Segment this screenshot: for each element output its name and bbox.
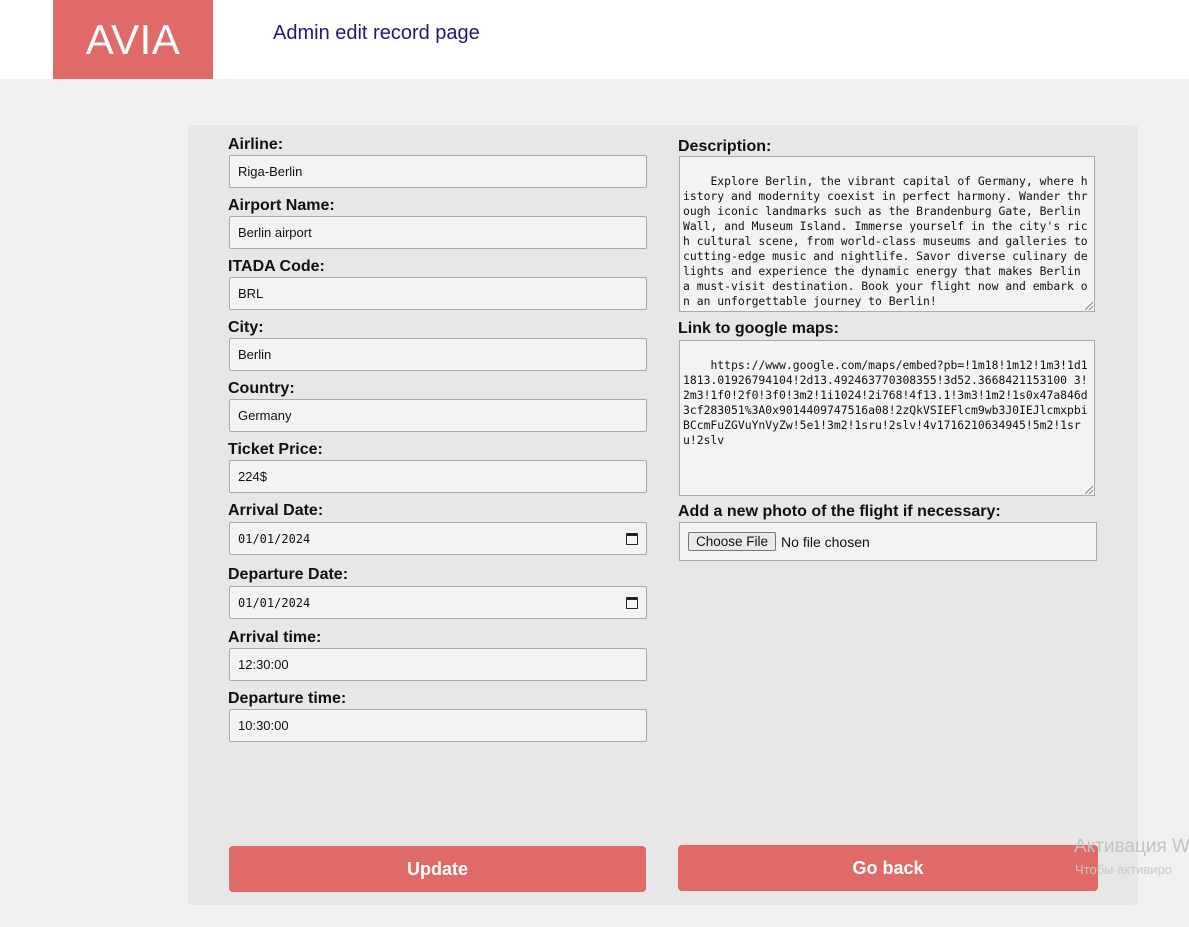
- arrival-date-value: 01/01/2024: [238, 531, 311, 546]
- arrival-date-label: Arrival Date:: [228, 502, 324, 519]
- arrival-time-label: Arrival time:: [228, 629, 322, 646]
- country-input[interactable]: Germany: [229, 399, 647, 432]
- airport-name-input[interactable]: Berlin airport: [229, 216, 647, 249]
- activation-watermark-sub: Чтобы активиро: [1075, 862, 1173, 877]
- go-back-button[interactable]: Go back: [678, 845, 1098, 891]
- edit-form: Airline: Riga-Berlin Airport Name: Berli…: [188, 125, 1138, 905]
- city-input[interactable]: Berlin: [229, 338, 647, 371]
- photo-file-input[interactable]: Choose File No file chosen: [679, 522, 1097, 561]
- description-text: Explore Berlin, the vibrant capital of G…: [683, 174, 1095, 308]
- calendar-icon[interactable]: [626, 532, 638, 545]
- arrival-date-input[interactable]: 01/01/2024: [229, 522, 647, 555]
- itada-code-label: ITADA Code:: [228, 258, 325, 275]
- update-button[interactable]: Update: [229, 846, 646, 892]
- file-status: No file chosen: [781, 533, 870, 550]
- ticket-price-label: Ticket Price:: [228, 441, 323, 458]
- top-header: AVIA Admin edit record page: [0, 0, 1189, 79]
- airport-name-label: Airport Name:: [228, 197, 335, 214]
- page-title: Admin edit record page: [273, 22, 480, 44]
- departure-date-value: 01/01/2024: [238, 595, 311, 610]
- airline-label: Airline:: [228, 136, 284, 153]
- ticket-price-input[interactable]: 224$: [229, 460, 647, 493]
- logo[interactable]: AVIA: [53, 0, 213, 79]
- calendar-icon[interactable]: [626, 596, 638, 609]
- description-label: Description:: [678, 138, 772, 155]
- choose-file-button[interactable]: Choose File: [688, 532, 777, 551]
- itada-code-input[interactable]: BRL: [229, 277, 647, 310]
- departure-date-input[interactable]: 01/01/2024: [229, 586, 647, 619]
- resize-grip-icon[interactable]: [1085, 302, 1093, 310]
- departure-time-input[interactable]: 10:30:00: [229, 709, 647, 742]
- resize-grip-icon[interactable]: [1085, 486, 1093, 494]
- departure-time-label: Departure time:: [228, 690, 347, 707]
- country-label: Country:: [228, 380, 295, 397]
- maps-link-textarea[interactable]: https://www.google.com/maps/embed?pb=!1m…: [679, 340, 1095, 496]
- photo-label: Add a new photo of the flight if necessa…: [678, 503, 1001, 520]
- airline-input[interactable]: Riga-Berlin: [229, 155, 647, 188]
- departure-date-label: Departure Date:: [228, 566, 349, 583]
- maps-link-text: https://www.google.com/maps/embed?pb=!1m…: [683, 358, 1088, 447]
- arrival-time-input[interactable]: 12:30:00: [229, 648, 647, 681]
- city-label: City:: [228, 319, 264, 336]
- description-textarea[interactable]: Explore Berlin, the vibrant capital of G…: [679, 156, 1095, 312]
- maps-link-label: Link to google maps:: [678, 320, 839, 337]
- activation-watermark: Активация W: [1074, 836, 1189, 857]
